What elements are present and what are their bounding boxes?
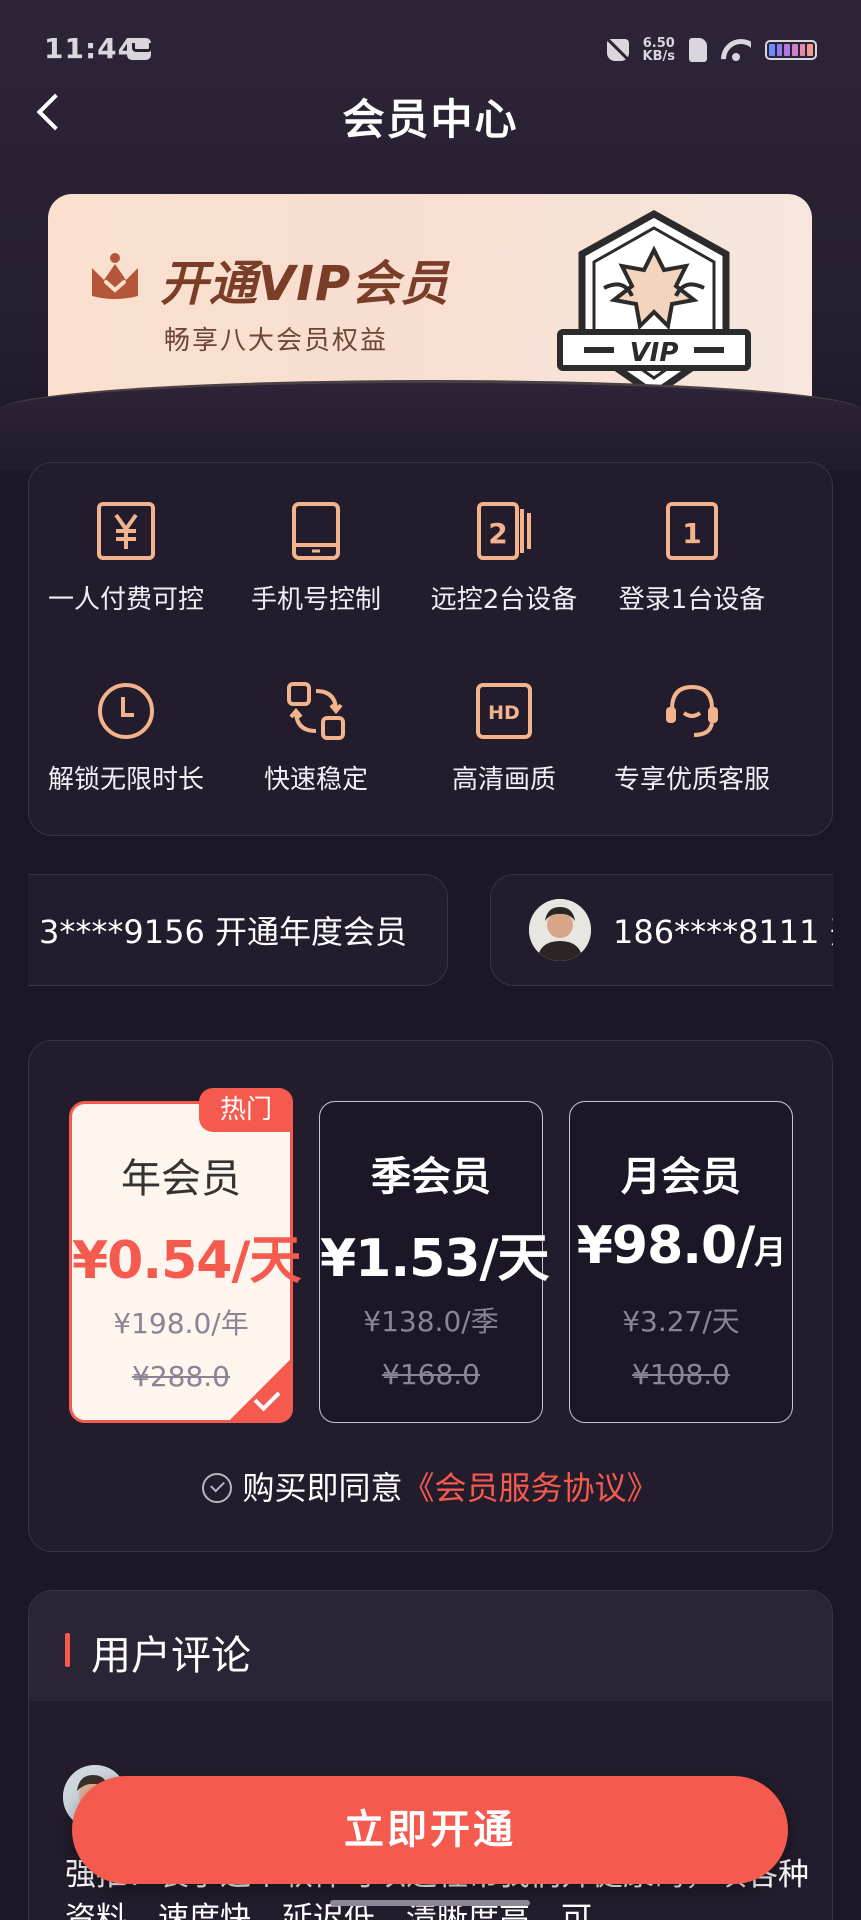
benefit-item: 快速稳定	[221, 681, 411, 796]
page-title: 会员中心	[342, 95, 519, 144]
benefit-item: 1 登录1台设备	[597, 501, 787, 616]
home-indicator	[330, 1900, 530, 1906]
plan-subprice: ¥138.0/季	[363, 1305, 499, 1338]
benefit-label: 高清画质	[451, 765, 556, 795]
vip-banner-subtitle: 畅享八大会员权益	[164, 326, 389, 356]
benefit-label: 远控2台设备	[430, 585, 578, 615]
wifi-icon	[721, 39, 751, 61]
one-device-icon: 1	[666, 502, 718, 560]
plan-price: ¥1.53/天	[320, 1216, 549, 1291]
hd-icon: HD	[476, 683, 532, 739]
yen-icon	[97, 502, 155, 560]
benefit-label: 解锁无限时长	[47, 765, 204, 795]
ticker-item: 186****8111 开	[490, 874, 833, 986]
hot-badge: 热门	[199, 1088, 293, 1132]
ticker-item: 3****9156 开通年度会员	[28, 874, 448, 986]
network-speed: 6.50 KB/s	[643, 37, 675, 63]
svg-text:2: 2	[488, 517, 507, 550]
battery-segment	[784, 44, 791, 56]
tablet-icon	[292, 502, 340, 560]
plan-name: 月会员	[621, 1154, 741, 1200]
benefit-item: 一人付费可控	[31, 501, 221, 616]
plan-price-unit: 月	[754, 1233, 786, 1271]
plan-name: 年会员	[121, 1156, 241, 1202]
benefit-label: 登录1台设备	[618, 585, 766, 615]
agreement-text: 购买即同意	[242, 1469, 403, 1507]
plan-original-price: ¥108.0	[632, 1358, 730, 1391]
benefit-label: 手机号控制	[250, 585, 381, 615]
agreement-link[interactable]: 《会员服务协议》	[403, 1469, 659, 1507]
plan-price: ¥98.0/月	[570, 1216, 792, 1276]
battery-segment	[776, 44, 783, 56]
mute-icon	[606, 39, 629, 61]
status-icons: 6.50 KB/s	[606, 34, 817, 66]
benefit-label: 一人付费可控	[47, 585, 204, 615]
ticker-text: 3****9156 开通年度会员	[39, 913, 407, 951]
plan-option-yearly[interactable]: 热门 年会员 ¥0.54/天 ¥198.0/年 ¥288.0	[69, 1088, 301, 1423]
plan-original-price: ¥168.0	[382, 1358, 480, 1391]
reviews-title: 用户评论	[91, 1633, 251, 1679]
benefit-item: 专享优质客服	[597, 681, 787, 796]
plan-subprice: ¥198.0/年	[113, 1307, 249, 1340]
message-notification-icon	[127, 38, 152, 60]
status-bar: 11:44 6.50 KB/s	[0, 0, 861, 100]
banner-curve	[0, 380, 861, 470]
plan-subprice: ¥3.27/天	[622, 1305, 740, 1338]
svg-text:1: 1	[682, 517, 701, 550]
benefit-item: 解锁无限时长	[31, 681, 221, 796]
benefit-label: 快速稳定	[263, 765, 368, 795]
plan-price-main: ¥98.0/	[576, 1216, 755, 1276]
agreement-checkbox[interactable]	[202, 1473, 233, 1503]
plan-price-main: ¥0.54/天	[72, 1231, 301, 1291]
plan-option-quarterly[interactable]: 季会员 ¥1.53/天 ¥138.0/季 ¥168.0	[319, 1101, 549, 1423]
switch-icon	[287, 682, 345, 740]
crown-icon	[92, 253, 138, 299]
agreement-row: 购买即同意《会员服务协议》	[29, 1463, 832, 1509]
network-speed-unit: KB/s	[642, 49, 675, 64]
reviews-header: 用户评论	[29, 1591, 832, 1701]
ticker-text: 186****8111 开	[613, 913, 833, 951]
clock-icon	[98, 683, 154, 739]
battery-segment	[792, 44, 798, 56]
battery-segment	[769, 44, 775, 56]
plan-price: ¥0.54/天	[72, 1218, 301, 1293]
vip-badge-icon: VIP	[557, 209, 751, 399]
headset-icon	[666, 684, 718, 737]
benefit-label: 专享优质客服	[613, 765, 770, 795]
section-marker	[65, 1633, 70, 1667]
selected-check-icon	[225, 1359, 293, 1423]
benefit-item: HD 高清画质	[409, 681, 599, 796]
vip-badge-text: VIP	[630, 338, 679, 368]
sim-card-icon	[689, 38, 707, 62]
benefits-card: 一人付费可控 手机号控制 2 远控2台设备 1 登录1台设备 解锁无限时长 快速…	[28, 462, 833, 836]
battery-segment	[807, 44, 814, 56]
status-time: 11:44	[44, 32, 139, 65]
subscribe-button[interactable]: 立即开通	[72, 1776, 788, 1884]
svg-text:HD: HD	[488, 702, 520, 724]
benefit-item: 手机号控制	[221, 501, 411, 616]
purchase-ticker: 3****9156 开通年度会员 186****8111 开	[28, 872, 833, 988]
two-devices-icon: 2	[477, 502, 531, 560]
avatar	[529, 899, 591, 961]
plan-option-monthly[interactable]: 月会员 ¥98.0/月 ¥3.27/天 ¥108.0	[569, 1101, 793, 1423]
plan-price-main: ¥1.53/天	[320, 1229, 549, 1289]
battery-segment	[799, 44, 806, 56]
battery-icon	[765, 40, 817, 60]
plans-card: 热门 年会员 ¥0.54/天 ¥198.0/年 ¥288.0 季会员 ¥1.53…	[28, 1040, 833, 1552]
plan-name: 季会员	[371, 1154, 491, 1200]
vip-banner-title: 开通VIP会员	[160, 256, 450, 312]
benefit-item: 2 远控2台设备	[409, 501, 599, 616]
